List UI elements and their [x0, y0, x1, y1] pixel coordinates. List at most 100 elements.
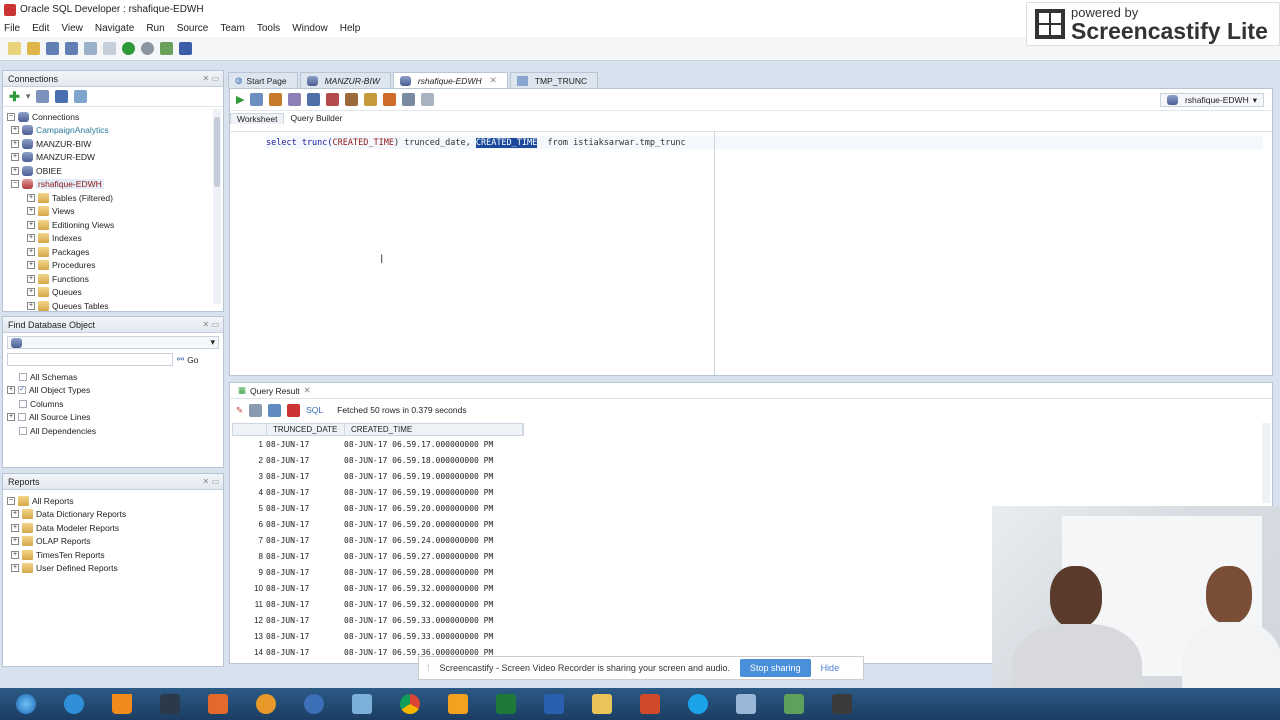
subtab-worksheet[interactable]: Worksheet	[230, 112, 285, 124]
cell[interactable]: 08-JUN-17 06.59.19.000000000 PM	[344, 488, 522, 497]
table-row[interactable]: 12 08-JUN-17 08-JUN-17 06.59.33.000000000 …	[232, 612, 524, 628]
expand-toggle[interactable]: +	[11, 139, 19, 148]
file-explorer-icon[interactable]	[582, 690, 622, 718]
cell[interactable]: 08-JUN-17 06.59.27.000000000 PM	[344, 552, 522, 561]
schema-browser-icon[interactable]	[74, 90, 88, 103]
cell[interactable]: 08-JUN-17	[266, 440, 344, 449]
table-row[interactable]: 13 08-JUN-17 08-JUN-17 06.59.33.000000000 …	[232, 628, 524, 644]
new-icon[interactable]	[8, 42, 21, 55]
explain-plan-icon[interactable]	[288, 93, 302, 106]
excel-icon[interactable]	[486, 690, 526, 718]
screencastify-icon[interactable]	[822, 690, 862, 718]
run-statement-icon[interactable]: ▶	[236, 93, 244, 106]
connection-item-active[interactable]: − rshafique-EDWH	[7, 178, 223, 192]
cell[interactable]: 08-JUN-17 06.59.19.000000000 PM	[344, 472, 522, 481]
tab-rshafique-edwh[interactable]: rshafique-EDWH ✕	[392, 72, 508, 88]
tree-child[interactable]: + Views	[7, 205, 223, 219]
add-connection-icon[interactable]: ✚	[9, 89, 20, 105]
autotrace-icon[interactable]	[269, 93, 283, 106]
expand-toggle[interactable]: +	[27, 301, 35, 310]
expand-toggle[interactable]: +	[27, 193, 35, 202]
commit-icon[interactable]	[307, 93, 321, 106]
sql-tuning-icon[interactable]	[345, 93, 359, 106]
lightroom-icon[interactable]	[150, 690, 190, 718]
close-icon[interactable]: ✕	[490, 75, 497, 86]
table-row[interactable]: 11 08-JUN-17 08-JUN-17 06.59.32.000000000 …	[232, 596, 524, 612]
table-row[interactable]: 10 08-JUN-17 08-JUN-17 06.59.32.000000000 …	[232, 580, 524, 596]
tree-child[interactable]: + Queues Tables	[7, 299, 223, 313]
expand-toggle[interactable]: +	[27, 234, 35, 243]
cell[interactable]: 08-JUN-17 06.59.32.000000000 PM	[344, 600, 522, 609]
table-row[interactable]: 6 08-JUN-17 08-JUN-17 06.59.20.000000000 P…	[232, 516, 524, 532]
tab-tmp-trunc[interactable]: TMP_TRUNC	[509, 72, 599, 88]
sql-link[interactable]: SQL	[306, 405, 323, 415]
cell[interactable]: 08-JUN-17 06.59.18.000000000 PM	[344, 456, 522, 465]
outlook-icon[interactable]	[438, 690, 478, 718]
pin-icon[interactable]: ✎	[236, 405, 243, 416]
table-row[interactable]: 2 08-JUN-17 08-JUN-17 06.59.18.000000000 P…	[232, 452, 524, 468]
cell[interactable]: 08-JUN-17 06.59.20.000000000 PM	[344, 520, 522, 529]
expand-toggle[interactable]: +	[7, 386, 15, 395]
expand-toggle[interactable]: +	[11, 166, 19, 175]
table-row[interactable]: 9 08-JUN-17 08-JUN-17 06.59.28.000000000 P…	[232, 564, 524, 580]
menu-navigate[interactable]: Navigate	[95, 23, 134, 34]
table-row[interactable]: 7 08-JUN-17 08-JUN-17 06.59.24.000000000 P…	[232, 532, 524, 548]
subtab-query-builder[interactable]: Query Builder	[284, 113, 348, 123]
find-option[interactable]: All Dependencies	[7, 424, 223, 438]
sql-developer-task-icon[interactable]	[342, 690, 382, 718]
report-item[interactable]: + Data Dictionary Reports	[7, 508, 223, 522]
menu-source[interactable]: Source	[177, 23, 209, 34]
binoculars-icon[interactable]	[179, 42, 192, 55]
connection-select[interactable]: ▾	[7, 336, 219, 349]
menu-window[interactable]: Window	[292, 23, 328, 34]
tree-child[interactable]: + Tables (Filtered)	[7, 191, 223, 205]
drag-handle-icon[interactable]: ⁞	[427, 663, 430, 673]
cancel-query-icon[interactable]	[287, 403, 301, 417]
connection-item[interactable]: + OBIEE	[7, 164, 223, 178]
menu-edit[interactable]: Edit	[32, 23, 49, 34]
tree-child[interactable]: + Indexes	[7, 232, 223, 246]
undo-icon[interactable]	[84, 42, 97, 55]
find-option[interactable]: + ✓ All Object Types	[7, 384, 223, 398]
expand-toggle[interactable]: +	[7, 413, 15, 422]
expand-toggle[interactable]: +	[27, 288, 35, 297]
sql-editor[interactable]: select trunc(CREATED_TIME) trunced_date,…	[230, 131, 1272, 375]
unshared-icon[interactable]	[421, 93, 435, 106]
internet-explorer-icon[interactable]	[54, 690, 94, 718]
report-item[interactable]: + Data Modeler Reports	[7, 521, 223, 535]
tree-scrollbar[interactable]	[213, 109, 221, 304]
tab-start-page[interactable]: ◍ Start Page	[228, 72, 298, 88]
expand-toggle[interactable]: +	[27, 220, 35, 229]
panel-close-icon[interactable]: ✕ ▭	[203, 74, 219, 83]
expand-toggle[interactable]: +	[27, 261, 35, 270]
tree-child[interactable]: + Procedures	[7, 259, 223, 273]
history-icon[interactable]	[402, 93, 416, 106]
connection-selector[interactable]: rshafique-EDWH ▾	[1159, 93, 1264, 107]
media-player-icon[interactable]	[246, 690, 286, 718]
checkbox-checked[interactable]: ✓	[18, 386, 26, 395]
query-result-tab[interactable]: ▦ Query Result ✕	[230, 383, 1272, 399]
cell[interactable]: 08-JUN-17	[266, 568, 344, 577]
filter-icon[interactable]	[55, 90, 69, 103]
menu-tools[interactable]: Tools	[257, 23, 280, 34]
chrome-icon[interactable]	[390, 690, 430, 718]
cell[interactable]: 08-JUN-17	[266, 536, 344, 545]
refresh-icon[interactable]	[268, 403, 282, 417]
word-icon[interactable]	[534, 690, 574, 718]
refresh-icon[interactable]	[36, 90, 50, 103]
cell[interactable]: 08-JUN-17	[266, 632, 344, 641]
report-item[interactable]: − All Reports	[7, 494, 223, 508]
cell[interactable]: 08-JUN-17 06.59.24.000000000 PM	[344, 536, 522, 545]
open-icon[interactable]	[27, 42, 40, 55]
collapse-toggle[interactable]: −	[7, 112, 15, 121]
checkbox[interactable]	[18, 413, 26, 422]
expand-toggle[interactable]: +	[27, 274, 35, 283]
close-icon[interactable]: ✕	[304, 385, 311, 396]
find-search-input[interactable]	[7, 353, 173, 366]
camtasia-icon[interactable]	[774, 690, 814, 718]
expand-toggle[interactable]: +	[11, 537, 19, 546]
tab-manzur-biw[interactable]: MANZUR-BIW	[299, 72, 391, 88]
checkbox[interactable]	[19, 372, 27, 381]
vlc-icon[interactable]	[102, 690, 142, 718]
hide-button[interactable]: Hide	[821, 663, 840, 673]
